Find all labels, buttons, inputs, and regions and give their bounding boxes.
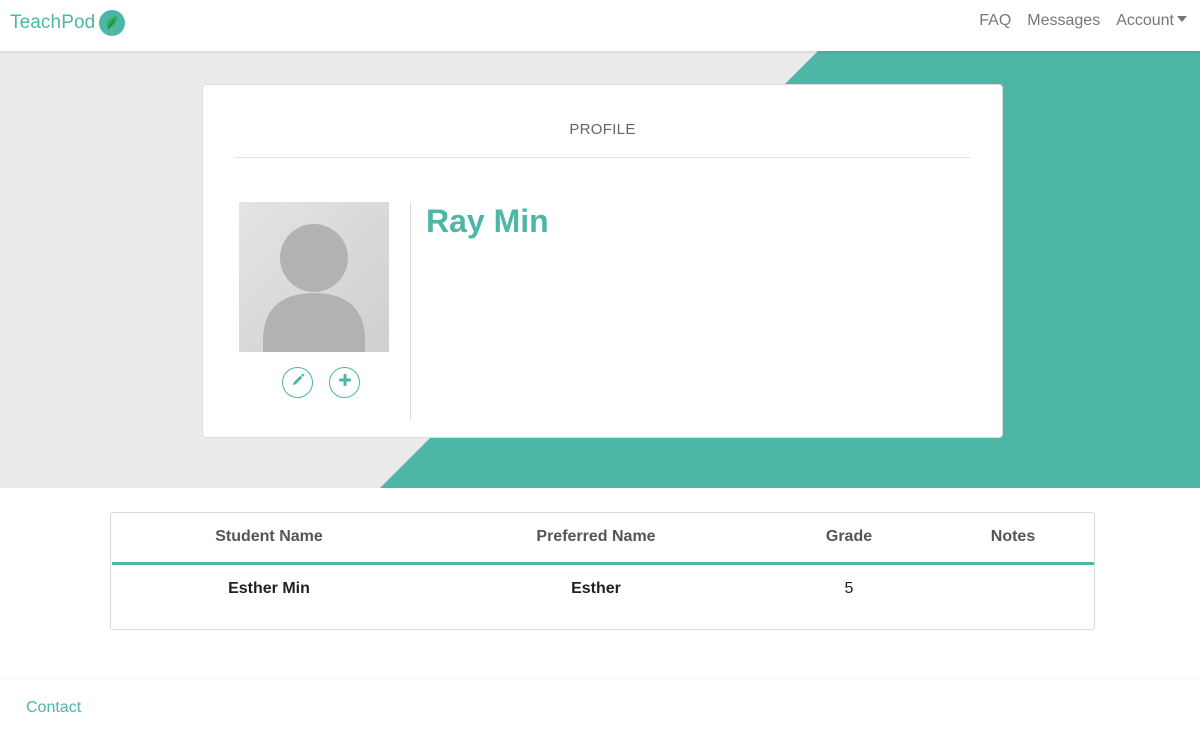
header-student-name: Student Name — [112, 513, 426, 565]
header-preferred-name: Preferred Name — [426, 513, 766, 565]
card-divider — [234, 157, 971, 158]
cell-grade: 5 — [844, 579, 854, 597]
edit-profile-button[interactable] — [282, 367, 313, 398]
brand-link[interactable]: TeachPod — [10, 9, 126, 37]
pencil-icon — [291, 373, 305, 392]
header-grade: Grade — [766, 513, 932, 565]
vertical-divider — [410, 202, 411, 420]
navbar: TeachPod FAQ Messages Account — [0, 0, 1200, 51]
nav-messages[interactable]: Messages — [1027, 12, 1100, 30]
cell-student-name: Esther Min — [228, 579, 310, 597]
contact-link[interactable]: Contact — [26, 699, 81, 717]
table-row: Esther Min Esther 5 — [112, 563, 1094, 613]
nav-links: FAQ Messages Account — [979, 12, 1187, 30]
cell-preferred-name: Esther — [571, 579, 621, 597]
brand-name: TeachPod — [10, 12, 96, 33]
footer: Contact — [0, 680, 1200, 730]
profile-name: Ray Min — [426, 203, 549, 239]
card-title: PROFILE — [569, 121, 636, 138]
header-notes: Notes — [932, 513, 1094, 565]
add-student-button[interactable] — [329, 367, 360, 398]
plus-icon — [338, 373, 352, 392]
nav-account-label: Account — [1116, 12, 1174, 29]
leaf-icon — [99, 10, 126, 36]
avatar-placeholder-icon — [239, 202, 389, 352]
students-table: Student Name Preferred Name Grade Notes … — [110, 512, 1095, 630]
nav-account-dropdown[interactable]: Account — [1116, 12, 1187, 30]
nav-faq[interactable]: FAQ — [979, 12, 1011, 30]
cell-notes — [932, 563, 1094, 613]
profile-card: PROFILE Ray Min — [202, 84, 1003, 438]
table-header-row: Student Name Preferred Name Grade Notes — [112, 513, 1094, 565]
caret-down-icon — [1177, 16, 1187, 22]
